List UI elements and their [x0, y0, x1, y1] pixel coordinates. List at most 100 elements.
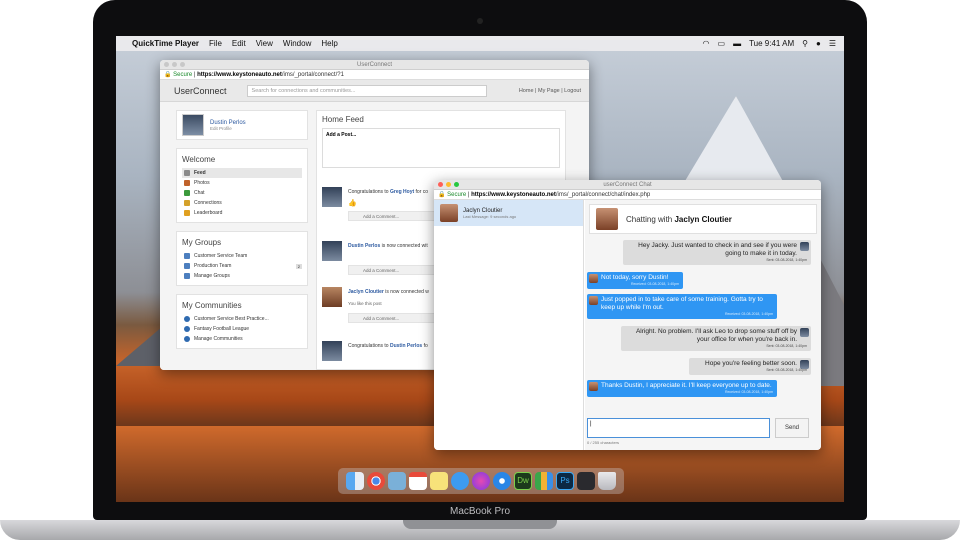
itunes-icon[interactable] — [472, 472, 490, 490]
header-links[interactable]: Home | My Page | Logout — [519, 88, 581, 94]
nav-item-chat[interactable]: Chat — [182, 188, 302, 198]
avatar[interactable] — [322, 241, 342, 261]
secure-label: Secure — [447, 192, 467, 198]
trophy-icon — [184, 210, 190, 216]
feed-text: Congratulations to Greg Hoyt for co — [348, 189, 429, 195]
add-post-input[interactable]: Add a Post... — [322, 128, 560, 168]
menu-window[interactable]: Window — [283, 39, 311, 48]
site-header: UserConnect Search for connections and c… — [160, 80, 589, 102]
menu-app-name[interactable]: QuickTime Player — [132, 39, 199, 48]
avatar — [800, 328, 809, 337]
feed-text: Congratulations to Dustin Perlos fo — [348, 343, 428, 349]
numbers-icon[interactable] — [535, 472, 553, 490]
window-titlebar[interactable]: UserConnect — [160, 60, 589, 70]
notification-center-icon[interactable]: ☰ — [829, 39, 836, 48]
group-item[interactable]: Production Team 2 — [182, 261, 302, 271]
community-item[interactable]: Manage Communities — [182, 334, 302, 344]
safari-icon[interactable] — [493, 472, 511, 490]
status-area: ◠ ▭ ▬ Tue 9:41 AM ⚲ ● ☰ — [703, 39, 836, 48]
address-bar[interactable]: 🔒 Secure | https://www.keystoneauto.net/… — [160, 70, 589, 80]
globe-icon — [184, 326, 190, 332]
battery-icon[interactable]: ▬ — [733, 39, 741, 48]
wifi-icon[interactable]: ◠ — [703, 39, 710, 48]
contact-list: Jaclyn Cloutier Last Message: 9 seconds … — [434, 200, 584, 450]
avatar[interactable] — [322, 341, 342, 361]
messages-icon[interactable] — [451, 472, 469, 490]
message-input[interactable]: | — [587, 418, 770, 438]
chat-header: Chatting with Jaclyn Cloutier — [589, 204, 817, 234]
communities-title: My Communities — [182, 301, 242, 310]
minimize-button[interactable] — [446, 182, 451, 187]
laptop-notch — [403, 520, 557, 529]
zoom-button[interactable] — [454, 182, 459, 187]
nav-item-connections[interactable]: Connections — [182, 198, 302, 208]
dreamweaver-icon[interactable]: Dw — [514, 472, 532, 490]
zoom-button[interactable] — [180, 62, 185, 67]
siri-icon[interactable]: ● — [816, 39, 821, 48]
window-titlebar[interactable]: userConnect Chat — [434, 180, 821, 190]
avatar — [589, 382, 598, 391]
search-input[interactable]: Search for connections and communities..… — [246, 84, 487, 97]
avatar[interactable] — [322, 287, 342, 307]
nav-item-leaderboard[interactable]: Leaderboard — [182, 208, 302, 218]
avatar[interactable] — [322, 187, 342, 207]
avatar — [596, 208, 618, 230]
avatar — [800, 242, 809, 251]
communities-card: My Communities Customer Service Best Pra… — [176, 294, 308, 349]
message-received: Not today, sorry Dustin! Received: 03-08… — [587, 272, 683, 289]
calendar-icon[interactable] — [409, 472, 427, 490]
connections-icon — [184, 200, 190, 206]
close-button[interactable] — [438, 182, 443, 187]
photos-icon — [184, 180, 190, 186]
group-item[interactable]: Customer Service Team — [182, 251, 302, 261]
group-label: Manage Groups — [194, 273, 230, 279]
airplay-icon[interactable]: ▭ — [718, 39, 726, 48]
desktop-screen: QuickTime Player File Edit View Window H… — [116, 36, 844, 502]
feed-text: Jaclyn Cloutier is now connected w — [348, 289, 429, 295]
feed-title: Home Feed — [322, 115, 364, 124]
preview-icon[interactable] — [388, 472, 406, 490]
menu-view[interactable]: View — [256, 39, 273, 48]
community-item[interactable]: Fantasy Football League — [182, 324, 302, 334]
group-label: Customer Service Team — [194, 253, 248, 259]
profile-name[interactable]: Dustin Perlos — [210, 120, 246, 126]
menu-bar: QuickTime Player File Edit View Window H… — [116, 36, 844, 51]
spotlight-icon[interactable]: ⚲ — [802, 39, 808, 48]
trash-icon[interactable] — [598, 472, 616, 490]
contact-item[interactable]: Jaclyn Cloutier Last Message: 9 seconds … — [434, 200, 583, 226]
minimize-button[interactable] — [172, 62, 177, 67]
menu-file[interactable]: File — [209, 39, 222, 48]
community-item[interactable]: Customer Service Best Practice... — [182, 314, 302, 324]
photoshop-icon[interactable]: Ps — [556, 472, 574, 490]
site-brand[interactable]: UserConnect — [174, 86, 227, 96]
menu-help[interactable]: Help — [321, 39, 337, 48]
avatar[interactable] — [182, 114, 204, 136]
url-path: /ims/_portal/connect/?1 — [281, 72, 344, 78]
chat-icon — [184, 190, 190, 196]
last-message-time: Last Message: 9 seconds ago — [463, 213, 517, 219]
send-button[interactable]: Send — [775, 418, 809, 438]
avatar — [589, 296, 598, 305]
finder-icon[interactable] — [346, 472, 364, 490]
window-title: UserConnect — [356, 62, 392, 68]
chrome-icon[interactable] — [367, 472, 385, 490]
groups-card: My Groups Customer Service Team Producti… — [176, 231, 308, 286]
menu-edit[interactable]: Edit — [232, 39, 246, 48]
welcome-card: Welcome Feed Photos Chat Connections Lea… — [176, 148, 308, 223]
thumbs-up-icon[interactable]: 👍 — [348, 199, 357, 207]
message-time: Received: 03-08-2018, 1:40pm — [724, 390, 773, 394]
nav-item-photos[interactable]: Photos — [182, 178, 302, 188]
close-button[interactable] — [164, 62, 169, 67]
nav-label: Leaderboard — [194, 210, 223, 216]
feed-text: Dustin Perlos is now connected wit — [348, 243, 428, 249]
edit-profile-link[interactable]: Edit Profile — [210, 126, 246, 131]
quicktime-icon[interactable] — [577, 472, 595, 490]
group-label: Production Team — [194, 263, 232, 269]
left-column: Dustin Perlos Edit Profile Welcome Feed … — [176, 110, 308, 357]
nav-item-feed[interactable]: Feed — [182, 168, 302, 178]
notes-icon[interactable] — [430, 472, 448, 490]
address-bar[interactable]: 🔒 Secure | https://www.keystoneauto.net/… — [434, 190, 821, 200]
group-item[interactable]: Manage Groups — [182, 271, 302, 281]
message-sent: Hey Jacky. Just wanted to check in and s… — [623, 240, 811, 265]
clock[interactable]: Tue 9:41 AM — [749, 39, 794, 48]
